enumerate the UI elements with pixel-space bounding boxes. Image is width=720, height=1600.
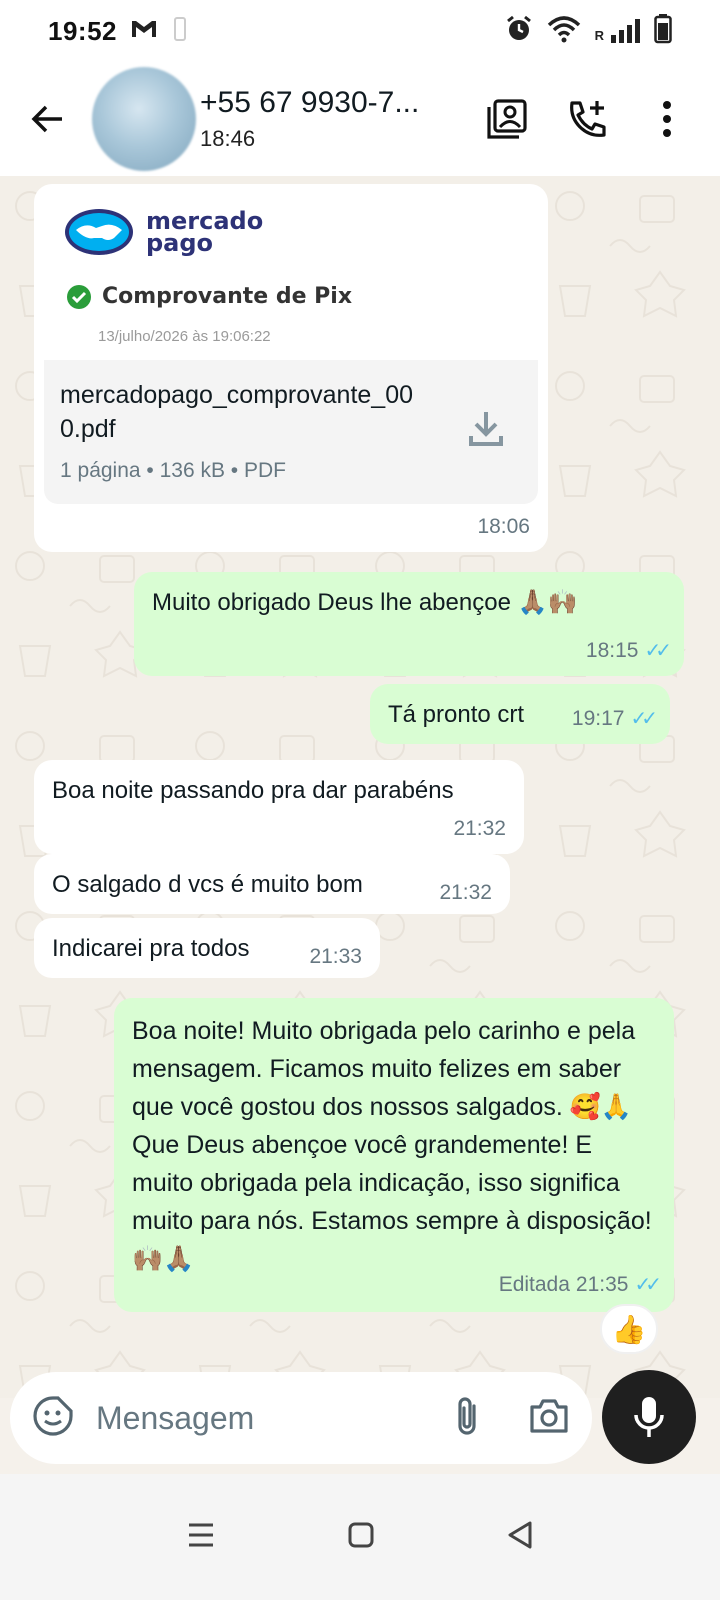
- message-text: O salgado d vcs é muito bom: [52, 871, 363, 898]
- message-meta: 21:33: [309, 940, 362, 974]
- add-call-button[interactable]: [562, 94, 612, 144]
- message-incoming[interactable]: O salgado d vcs é muito bom 21:32: [34, 854, 510, 914]
- gmail-icon: [129, 17, 159, 46]
- system-back-button[interactable]: [506, 1520, 534, 1555]
- message-meta: 21:32: [453, 812, 506, 846]
- check-circle-icon: [67, 285, 91, 309]
- message-meta: Editada 21:35 ✓✓: [498, 1266, 662, 1304]
- camera-button[interactable]: [528, 1397, 570, 1440]
- message-meta: 18:15 ✓✓: [585, 634, 672, 668]
- home-button[interactable]: [347, 1521, 375, 1554]
- status-time: 19:52: [48, 15, 117, 46]
- signal-icon: R: [595, 19, 640, 43]
- back-button[interactable]: [20, 91, 76, 147]
- reaction-emoji: 👍: [611, 1313, 647, 1345]
- message-meta: 18:06: [477, 510, 530, 544]
- message-time: 21:32: [453, 817, 506, 840]
- voice-message-button[interactable]: [602, 1370, 696, 1464]
- back-icon: [508, 1521, 532, 1548]
- message-time: 21:32: [439, 881, 492, 904]
- composer: [10, 1372, 592, 1464]
- system-nav-bar: [0, 1474, 720, 1600]
- receipt-date: 13/julho/2026 às 19:06:22: [98, 328, 271, 345]
- contact-name: +55 67 9930-7...: [200, 86, 420, 119]
- brand-name: mercado pago: [146, 207, 264, 257]
- file-details: 1 página • 136 kB • PDF: [60, 459, 286, 482]
- more-options-button[interactable]: [642, 94, 692, 144]
- more-vert-icon: [663, 101, 671, 137]
- carrier-label: R: [594, 28, 604, 43]
- message-meta: 21:32: [439, 876, 492, 910]
- chat-area[interactable]: mercado pago Comprovante de Pix 13/julho…: [0, 176, 720, 1398]
- camera-icon: [530, 1398, 568, 1433]
- read-ticks-icon: ✓✓: [644, 640, 671, 662]
- message-incoming[interactable]: Boa noite passando pra dar parabéns 21:3…: [34, 760, 524, 854]
- message-time: 18:06: [477, 515, 530, 538]
- download-button[interactable]: [468, 408, 504, 458]
- wifi-icon: [547, 15, 581, 48]
- message-time: 21:33: [309, 945, 362, 968]
- notification-icon: [171, 16, 189, 47]
- message-time: 18:15: [585, 639, 639, 662]
- recents-button[interactable]: [186, 1522, 216, 1553]
- avatar[interactable]: [92, 67, 196, 171]
- read-ticks-icon: ✓✓: [630, 708, 657, 730]
- message-document[interactable]: mercado pago Comprovante de Pix 13/julho…: [34, 184, 548, 552]
- home-icon: [348, 1522, 374, 1547]
- download-icon: [469, 412, 503, 446]
- battery-icon: [654, 13, 672, 49]
- sticker-button[interactable]: [32, 1395, 74, 1442]
- reaction-badge[interactable]: 👍: [600, 1304, 658, 1354]
- last-seen: 18:46: [200, 126, 256, 151]
- contact-card-button[interactable]: [482, 94, 532, 144]
- document-info[interactable]: mercadopago_comprovante_000.pdf 1 página…: [44, 360, 538, 504]
- mercado-pago-logo: mercado pago: [64, 208, 518, 256]
- message-outgoing[interactable]: Tá pronto crt 19:17 ✓✓: [370, 684, 670, 744]
- message-time: 21:35: [575, 1273, 629, 1296]
- message-outgoing[interactable]: Muito obrigado Deus lhe abençoe 🙏🏽🙌🏽 18:…: [134, 572, 684, 676]
- back-arrow-icon: [31, 105, 62, 133]
- attach-button[interactable]: [452, 1394, 482, 1443]
- alarm-icon: [505, 15, 533, 48]
- sticker-icon: [33, 1395, 73, 1436]
- contact-info[interactable]: +55 67 9930-7... 18:46: [200, 86, 450, 152]
- receipt-title: Comprovante de Pix: [102, 284, 353, 309]
- message-text: Boa noite passando pra dar parabéns: [52, 777, 454, 804]
- message-time: 19:17: [571, 707, 625, 730]
- message-text: Muito obrigado Deus lhe abençoe 🙏🏽🙌🏽: [152, 589, 578, 616]
- chat-header: +55 67 9930-7... 18:46: [0, 62, 720, 176]
- message-input[interactable]: [96, 1399, 416, 1437]
- read-ticks-icon: ✓✓: [634, 1274, 661, 1296]
- document-card[interactable]: mercado pago Comprovante de Pix 13/julho…: [44, 194, 538, 504]
- contact-card-icon: [487, 99, 527, 139]
- file-name: mercadopago_comprovante_000.pdf: [60, 381, 414, 443]
- message-incoming[interactable]: Indicarei pra todos 21:33: [34, 918, 380, 978]
- message-text: Boa noite! Muito obrigada pelo carinho e…: [132, 1017, 652, 1273]
- message-outgoing[interactable]: Boa noite! Muito obrigada pelo carinho e…: [114, 998, 674, 1312]
- attach-icon: [458, 1396, 476, 1435]
- status-bar: 19:52 R: [0, 0, 720, 62]
- document-preview: mercado pago Comprovante de Pix 13/julho…: [44, 194, 538, 360]
- add-call-icon: [570, 101, 606, 137]
- message-meta: 19:17 ✓✓: [571, 702, 658, 736]
- recents-icon: [188, 1523, 213, 1546]
- mic-icon: [634, 1397, 664, 1437]
- edited-label: Editada: [498, 1273, 570, 1296]
